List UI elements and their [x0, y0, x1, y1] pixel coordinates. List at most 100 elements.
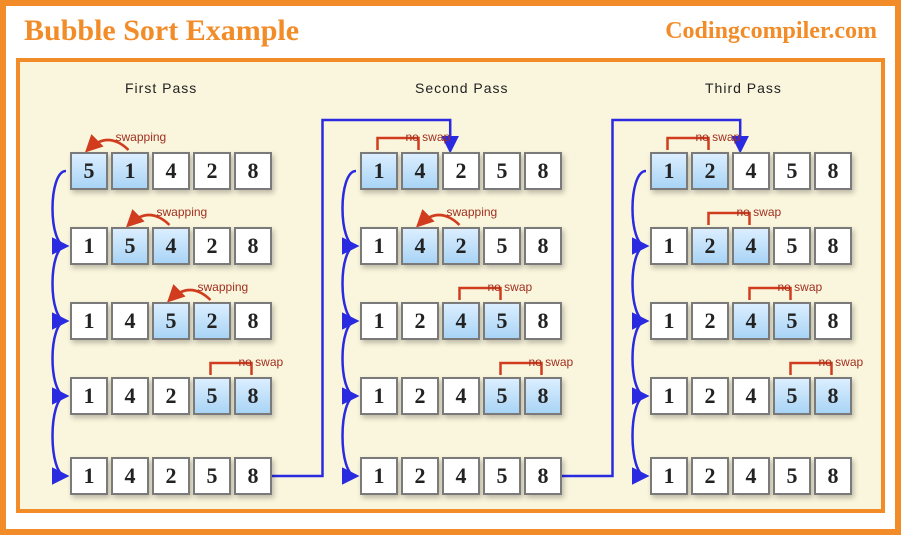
array-cell: 5	[193, 457, 231, 495]
array-cell: 5	[773, 152, 811, 190]
noswap-label: no swap	[696, 130, 741, 144]
array-cell: 4	[732, 152, 770, 190]
array-cell: 2	[401, 377, 439, 415]
array-cell: 1	[360, 457, 398, 495]
array-cell: 4	[732, 227, 770, 265]
array-cell: 8	[814, 457, 852, 495]
array-cell: 8	[234, 152, 272, 190]
array-cell: 2	[193, 227, 231, 265]
array-cell: 8	[814, 152, 852, 190]
noswap-label: no swap	[819, 355, 864, 369]
array-cell: 5	[483, 152, 521, 190]
array-cell: 8	[814, 377, 852, 415]
diagram-canvas: First Pass51428swapping15428swapping1452…	[16, 58, 885, 513]
array-row: 14258	[70, 377, 275, 415]
array-cell: 1	[360, 152, 398, 190]
noswap-label: no swap	[406, 130, 451, 144]
array-cell: 5	[773, 227, 811, 265]
array-cell: 4	[732, 377, 770, 415]
array-cell: 2	[401, 302, 439, 340]
array-cell: 8	[524, 302, 562, 340]
array-cell: 1	[111, 152, 149, 190]
pass-title: Second Pass	[415, 80, 509, 96]
array-cell: 5	[483, 302, 521, 340]
array-row: 14258	[70, 457, 275, 495]
array-cell: 4	[401, 152, 439, 190]
array-cell: 8	[814, 302, 852, 340]
array-cell: 8	[234, 377, 272, 415]
array-row: 14258	[360, 227, 565, 265]
array-cell: 2	[691, 227, 729, 265]
array-cell: 5	[483, 377, 521, 415]
array-row: 15428	[70, 227, 275, 265]
array-cell: 2	[401, 457, 439, 495]
array-cell: 5	[483, 457, 521, 495]
array-row: 12458	[360, 457, 565, 495]
array-cell: 1	[650, 457, 688, 495]
array-row: 12458	[650, 302, 855, 340]
array-cell: 8	[814, 227, 852, 265]
array-cell: 5	[483, 227, 521, 265]
noswap-label: no swap	[737, 205, 782, 219]
array-row: 12458	[650, 457, 855, 495]
array-cell: 4	[111, 302, 149, 340]
array-row: 12458	[360, 377, 565, 415]
array-cell: 4	[152, 227, 190, 265]
array-cell: 5	[70, 152, 108, 190]
array-cell: 2	[193, 152, 231, 190]
array-cell: 5	[773, 377, 811, 415]
array-row: 51428	[70, 152, 275, 190]
swap-label: swapping	[447, 205, 498, 219]
noswap-label: no swap	[778, 280, 823, 294]
array-cell: 8	[234, 457, 272, 495]
pass-title: First Pass	[125, 80, 197, 96]
noswap-label: no swap	[529, 355, 574, 369]
array-row: 14258	[360, 152, 565, 190]
array-cell: 2	[442, 227, 480, 265]
array-row: 14528	[70, 302, 275, 340]
noswap-label: no swap	[488, 280, 533, 294]
array-cell: 1	[360, 227, 398, 265]
header-bar: Bubble Sort Example Codingcompiler.com	[6, 6, 895, 58]
array-cell: 8	[234, 227, 272, 265]
array-cell: 1	[650, 227, 688, 265]
array-cell: 1	[650, 377, 688, 415]
pass-title: Third Pass	[705, 80, 782, 96]
array-cell: 1	[70, 457, 108, 495]
array-cell: 4	[111, 377, 149, 415]
array-cell: 2	[152, 457, 190, 495]
array-cell: 5	[773, 457, 811, 495]
array-cell: 4	[732, 457, 770, 495]
array-cell: 5	[152, 302, 190, 340]
array-cell: 2	[193, 302, 231, 340]
array-cell: 5	[773, 302, 811, 340]
array-cell: 8	[524, 227, 562, 265]
array-cell: 8	[524, 377, 562, 415]
array-cell: 1	[360, 377, 398, 415]
array-cell: 1	[70, 227, 108, 265]
array-cell: 5	[193, 377, 231, 415]
array-cell: 4	[401, 227, 439, 265]
array-cell: 8	[234, 302, 272, 340]
array-cell: 4	[111, 457, 149, 495]
diagram-frame: Bubble Sort Example Codingcompiler.com F…	[0, 0, 901, 535]
swap-label: swapping	[157, 205, 208, 219]
array-cell: 4	[442, 457, 480, 495]
array-cell: 2	[152, 377, 190, 415]
array-cell: 1	[70, 302, 108, 340]
site-name: Codingcompiler.com	[665, 18, 877, 45]
array-cell: 4	[152, 152, 190, 190]
page-title: Bubble Sort Example	[24, 14, 299, 48]
array-cell: 2	[691, 457, 729, 495]
array-cell: 2	[442, 152, 480, 190]
swap-label: swapping	[116, 130, 167, 144]
array-cell: 5	[111, 227, 149, 265]
array-cell: 4	[442, 377, 480, 415]
array-cell: 4	[732, 302, 770, 340]
noswap-label: no swap	[239, 355, 284, 369]
array-cell: 8	[524, 152, 562, 190]
array-cell: 1	[360, 302, 398, 340]
array-cell: 4	[442, 302, 480, 340]
array-row: 12458	[650, 377, 855, 415]
array-cell: 2	[691, 377, 729, 415]
